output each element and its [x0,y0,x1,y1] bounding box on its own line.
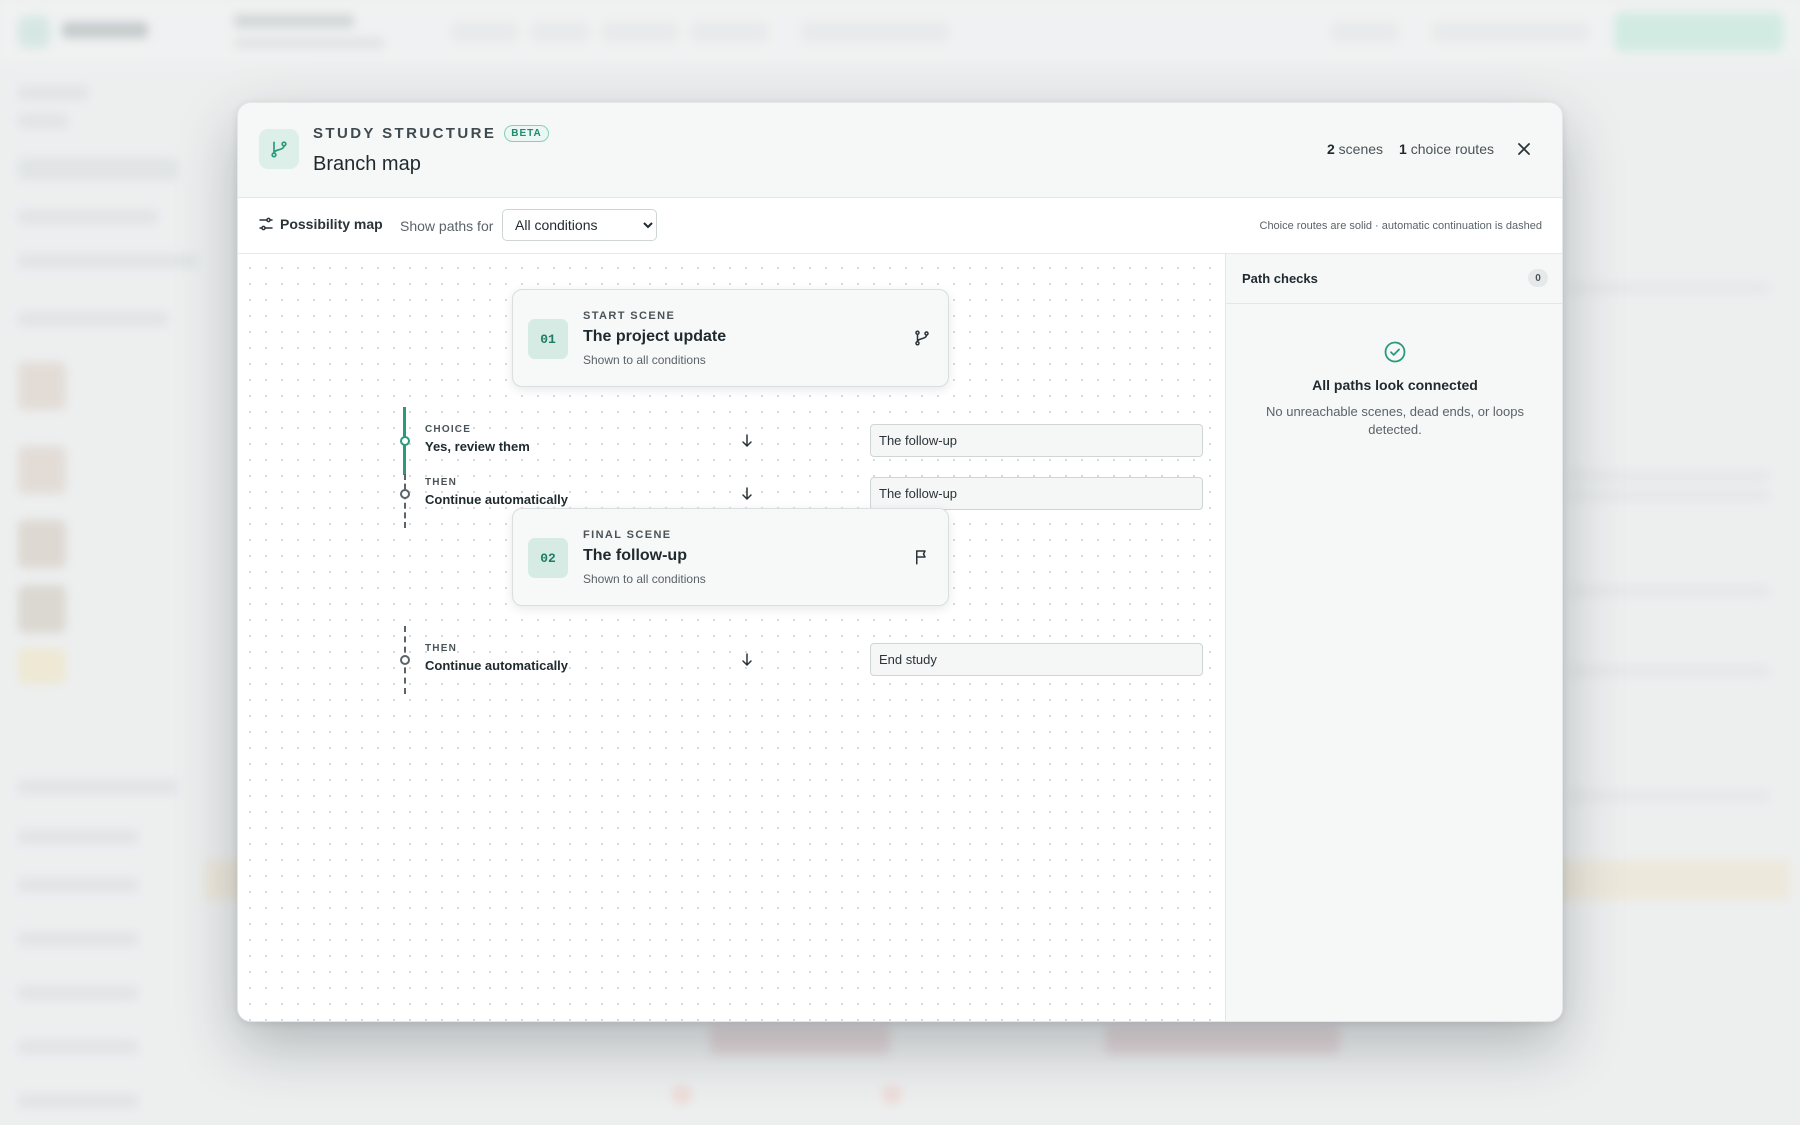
scene-card-final[interactable]: 02 FINAL SCENE The follow-up Shown to al… [512,508,949,606]
eyebrow-label: STUDY STRUCTURE [313,125,497,142]
check-circle-icon [1384,341,1406,363]
scene-number: 01 [528,319,568,359]
close-button[interactable] [1514,139,1534,159]
scene-number: 02 [528,538,568,578]
route-node [400,436,410,446]
scene-name: The follow-up [583,547,687,564]
route-target-field[interactable]: The follow-up [870,477,1203,510]
panel-header: Path checks 0 [1226,254,1562,304]
branch-icon[interactable] [912,328,932,348]
modal-header: STUDY STRUCTURE BETA Branch map 2 scenes… [238,103,1562,198]
arrow-down-icon [742,653,752,667]
route-target-field[interactable]: End study [870,643,1203,676]
possibility-map-toggle[interactable]: Possibility map [258,216,383,232]
close-icon [1518,143,1530,155]
scene-kicker: START SCENE [583,310,676,322]
route-kind: CHOICE [425,424,472,435]
header-stats: 2 scenes 1 choice routes [1327,141,1494,157]
flag-icon[interactable] [912,547,932,567]
route-choice: CHOICE Yes, review them The follow-up [383,407,1203,475]
beta-badge: BETA [504,125,549,142]
issue-count-badge: 0 [1528,269,1548,287]
routes-stat: 1 choice routes [1399,141,1494,157]
scene-name: The project update [583,328,727,345]
route-target-field[interactable]: The follow-up [870,424,1203,457]
scene-card-start[interactable]: 01 START SCENE The project update Shown … [512,289,949,387]
route-label: Continue automatically [425,492,569,507]
panel-title: Path checks [1242,271,1318,286]
route-kind: THEN [425,643,458,654]
scenes-stat: 2 scenes [1326,141,1384,157]
scene-subtitle: Shown to all conditions [583,572,706,586]
condition-select[interactable]: All conditions [502,209,657,241]
path-status: All paths look connected No unreachable … [1226,340,1562,439]
show-paths-label: Show paths for [400,218,494,234]
map-toolbar: Possibility map Show paths for All condi… [238,198,1562,254]
arrow-down-icon [742,487,752,501]
status-title: All paths look connected [1312,377,1478,393]
modal-eyebrow: STUDY STRUCTURE BETA [313,125,549,142]
branch-icon [259,129,299,169]
legend-hint: Choice routes are solid · automatic cont… [1259,220,1543,232]
scene-kicker: FINAL SCENE [583,529,672,541]
route-node [400,655,410,665]
sliders-icon [259,217,273,231]
possibility-map-label: Possibility map [280,216,383,232]
route-line-dashed [404,474,406,528]
branch-map-modal: STUDY STRUCTURE BETA Branch map 2 scenes… [237,102,1563,1022]
route-label: Yes, review them [425,439,530,454]
path-checks-panel: Path checks 0 All paths look connected N… [1225,254,1562,1021]
arrow-down-icon [742,434,752,448]
route-label: Continue automatically [425,658,569,673]
status-description: No unreachable scenes, dead ends, or loo… [1265,404,1524,437]
scene-subtitle: Shown to all conditions [583,353,706,367]
route-node [400,489,410,499]
route-kind: THEN [425,477,458,488]
modal-title: Branch map [313,153,421,175]
branch-canvas[interactable]: 01 START SCENE The project update Shown … [238,254,1225,1021]
route-auto-end: THEN Continue automatically End study [383,626,1203,694]
